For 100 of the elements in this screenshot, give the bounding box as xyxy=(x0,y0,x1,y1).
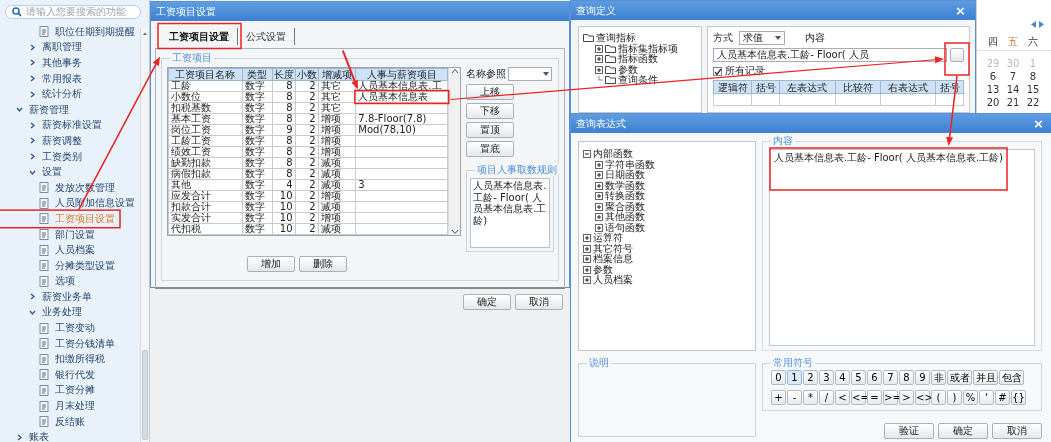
sidebar-item[interactable]: 部门设置 xyxy=(0,226,97,243)
calendar-day[interactable]: 22 xyxy=(1023,96,1043,109)
expand-icon[interactable] xyxy=(595,181,603,190)
column-header[interactable]: 左表达式 xyxy=(779,80,836,94)
button[interactable]: 取消 xyxy=(992,423,1042,439)
tree-item[interactable]: 查询指标 xyxy=(596,33,636,44)
tree-item[interactable]: 数学函数 xyxy=(605,180,645,191)
button[interactable]: 下移 xyxy=(466,103,515,119)
calendar-day[interactable]: 14 xyxy=(1003,83,1023,96)
search-field[interactable]: 请输入您要搜索的功能 xyxy=(5,5,141,19)
column-header[interactable]: 工资项目名称 xyxy=(168,68,243,81)
next-icon[interactable] xyxy=(1039,21,1044,28)
button[interactable]: 置底 xyxy=(466,141,515,157)
expand-icon[interactable] xyxy=(583,276,591,285)
sidebar-item[interactable]: 选项 xyxy=(0,273,77,290)
scroll-up-icon[interactable] xyxy=(141,30,149,38)
sidebar-item[interactable]: 账表 xyxy=(0,429,51,442)
button[interactable]: 上移 xyxy=(466,84,515,100)
symbol-button[interactable]: 5 xyxy=(851,370,866,385)
content-field[interactable]: 人员基本信息表.工龄- Floor( 人员 xyxy=(713,48,947,62)
column-header[interactable]: 人事与薪资项目 xyxy=(355,68,448,81)
sidebar-item[interactable]: 职位任期到期提醒 xyxy=(0,24,137,40)
expand-icon[interactable] xyxy=(595,160,603,169)
symbol-button[interactable]: ' xyxy=(979,390,994,405)
button[interactable]: 确定 xyxy=(938,423,988,439)
symbol-button[interactable]: <> xyxy=(915,390,930,405)
tree-item[interactable]: 内部函数 xyxy=(593,149,633,160)
symbol-button[interactable]: / xyxy=(819,390,834,405)
symbol-button[interactable]: 4 xyxy=(835,370,850,385)
tree-item[interactable]: 运算符 xyxy=(593,233,623,244)
tab[interactable]: 工资项目设置 xyxy=(161,27,238,45)
sidebar-item[interactable]: 薪资业务单 xyxy=(0,289,94,305)
symbol-button[interactable]: % xyxy=(963,390,978,405)
chevron-down-icon[interactable] xyxy=(29,168,36,176)
scrollbar[interactable] xyxy=(140,28,149,442)
dropdown-field[interactable] xyxy=(508,67,553,81)
expand-icon[interactable] xyxy=(583,234,591,243)
tree-item[interactable]: 语句函数 xyxy=(605,222,645,233)
previous-icon[interactable] xyxy=(1031,21,1036,28)
chevron-right-icon[interactable] xyxy=(16,433,23,441)
calendar-day[interactable]: 7 xyxy=(1003,70,1023,83)
button[interactable]: 置顶 xyxy=(466,122,515,138)
content-text-area[interactable]: 人员基本信息表.工龄- Floor( 人员基本信息表.工龄) xyxy=(769,149,1035,346)
symbol-button[interactable]: # xyxy=(995,390,1010,405)
symbol-button[interactable]: 非 xyxy=(931,370,946,385)
tree-item[interactable]: 指标集指标项 xyxy=(618,43,678,54)
calendar-day[interactable]: 13 xyxy=(983,83,1003,96)
symbol-button[interactable]: 包含 xyxy=(999,370,1024,385)
sidebar-item[interactable]: 常用报表 xyxy=(0,70,84,87)
tree-item[interactable]: 其它符号 xyxy=(593,243,633,254)
tree-item[interactable]: 其他函数 xyxy=(605,212,645,223)
symbol-button[interactable]: > xyxy=(899,390,914,405)
tab[interactable]: 公式设置 xyxy=(238,27,295,45)
expand-icon[interactable] xyxy=(595,213,603,222)
symbol-button[interactable]: 0 xyxy=(771,370,786,385)
chevron-down-icon[interactable] xyxy=(16,106,23,114)
tree-item[interactable]: 人员档案 xyxy=(593,275,633,286)
sidebar-item[interactable]: 分摊类型设置 xyxy=(0,257,117,274)
tree-item[interactable]: 参数 xyxy=(593,264,613,275)
column-header[interactable]: 小数 xyxy=(295,68,318,81)
expand-icon[interactable] xyxy=(583,265,591,274)
scroll-down-icon[interactable] xyxy=(450,229,459,235)
symbol-button[interactable]: 9 xyxy=(915,370,930,385)
calendar-day[interactable]: 20 xyxy=(983,96,1003,109)
column-header[interactable]: 右表达式 xyxy=(880,80,936,94)
symbol-button[interactable]: = xyxy=(867,390,882,405)
scrollbar[interactable] xyxy=(448,68,461,235)
checkbox[interactable] xyxy=(713,66,722,76)
collapse-icon[interactable] xyxy=(583,150,591,159)
sidebar-item[interactable]: 其他事务 xyxy=(0,55,84,71)
sidebar-item[interactable]: 统计分析 xyxy=(0,86,84,102)
symbol-button[interactable]: 8 xyxy=(899,370,914,385)
column-header[interactable]: 类型 xyxy=(242,68,272,81)
chevron-down-icon[interactable] xyxy=(29,309,36,316)
calendar-day[interactable]: 6 xyxy=(983,70,1003,83)
tree-item[interactable]: 字符串函数 xyxy=(605,159,655,170)
button[interactable]: 删除 xyxy=(299,256,347,272)
tree-item[interactable]: 档案信息 xyxy=(593,254,633,265)
expand-icon[interactable] xyxy=(595,223,603,232)
sidebar-item[interactable]: 工资变动 xyxy=(0,320,97,336)
tree-item[interactable]: 参数 xyxy=(618,64,638,75)
expand-icon[interactable] xyxy=(583,255,591,264)
tree-item[interactable]: 转换函数 xyxy=(605,191,645,202)
symbol-button[interactable]: 或者 xyxy=(947,370,972,385)
tree-item[interactable]: 日期函数 xyxy=(605,170,645,181)
symbol-button[interactable]: 2 xyxy=(803,370,818,385)
symbol-button[interactable]: 6 xyxy=(867,370,882,385)
button[interactable]: 取消 xyxy=(515,294,563,310)
expand-icon[interactable] xyxy=(595,55,603,64)
sidebar-item[interactable]: 人员档案 xyxy=(0,242,97,258)
tree-item[interactable]: 聚合函数 xyxy=(605,201,645,212)
expand-icon[interactable] xyxy=(595,65,603,74)
button[interactable]: 确定 xyxy=(463,294,511,310)
calendar-day[interactable]: 8 xyxy=(1023,70,1043,83)
symbol-button[interactable]: 1 xyxy=(787,370,802,385)
calendar-day[interactable]: 21 xyxy=(1003,96,1023,109)
sidebar-item[interactable]: 业务处理 xyxy=(0,304,84,321)
symbol-button[interactable]: 7 xyxy=(883,370,898,385)
button[interactable]: 增加 xyxy=(247,256,295,272)
sidebar-item[interactable]: 薪资管理 xyxy=(0,101,71,118)
